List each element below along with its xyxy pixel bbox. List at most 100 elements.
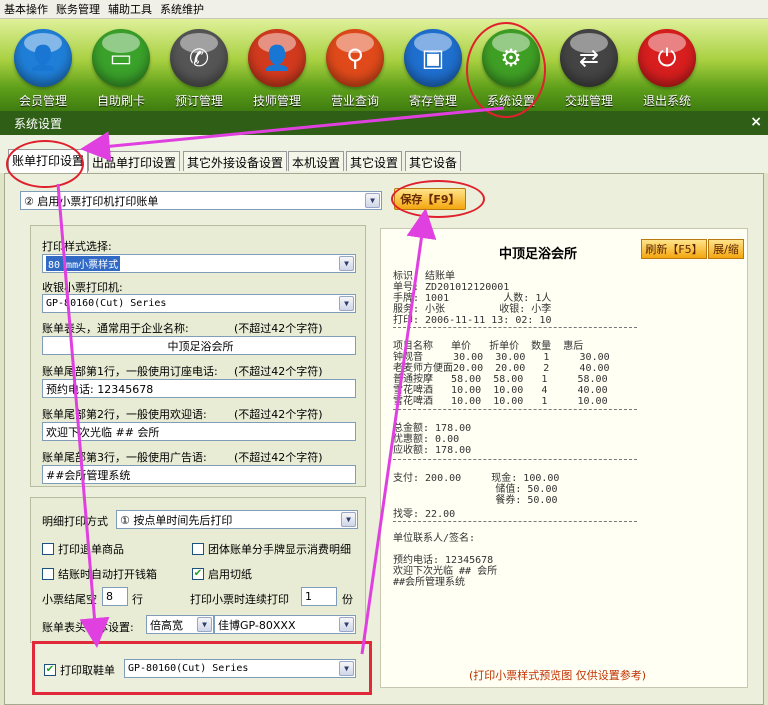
footer1-input[interactable]: 预约电话: 12345678 — [42, 379, 356, 398]
toolbar-button[interactable]: ▣ 寄存管理 — [394, 25, 472, 109]
footer1-hint: (不超过42个字符) — [234, 365, 323, 378]
toolbar-label: 技师管理 — [252, 94, 301, 108]
chevron-down-icon: ▼ — [339, 296, 354, 311]
chevron-down-icon: ▼ — [197, 617, 212, 632]
toolbar-button[interactable]: 👤 会员管理 — [4, 25, 82, 109]
bag-icon: ▣ — [404, 29, 462, 87]
tail-blank-input[interactable]: 8 — [102, 587, 128, 606]
preview-line: 找零: 22.00 — [393, 509, 456, 520]
preview-note: (打印小票样式预览图 仅供设置参考) — [469, 669, 647, 682]
toolbar-label: 自助刷卡 — [96, 94, 145, 108]
preview-divider — [393, 409, 637, 410]
toolbar-label: 会员管理 — [18, 94, 67, 108]
preview-signature: 单位联系人/签名: — [393, 533, 476, 544]
close-icon[interactable]: × — [750, 114, 762, 130]
highlight-rect — [32, 641, 372, 695]
header-label: 账单表头，通常用于企业名称: — [42, 322, 189, 335]
toolbar-button[interactable]: ⏻ 退出系统 — [628, 25, 706, 109]
font-size-select[interactable]: 倍高宽 ▼ — [146, 615, 214, 634]
menu-system[interactable]: 系统维护 — [160, 1, 204, 17]
preview-title: 中顶足浴会所 — [499, 247, 578, 262]
handover-icon: ⇄ — [560, 29, 618, 87]
refresh-button[interactable]: 刷新【F5】 — [641, 239, 707, 259]
tab-other-devices[interactable]: 其它设备 — [405, 151, 462, 171]
menu-basic[interactable]: 基本操作 — [4, 1, 48, 17]
chevron-down-icon: ▼ — [339, 256, 354, 271]
receipt-preview: 中顶足浴会所 刷新【F5】 展/缩 标识: 结账单 单号: ZD20101212… — [380, 228, 748, 688]
chevron-down-icon: ▼ — [341, 512, 356, 527]
font-face-select[interactable]: 佳博GP-80XXX ▼ — [214, 615, 356, 634]
chevron-down-icon: ▼ — [365, 193, 380, 208]
font-label: 账单表头字体设置: — [42, 621, 134, 634]
footer3-hint: (不超过42个字符) — [234, 451, 323, 464]
power-icon: ⏻ — [638, 29, 696, 87]
footer2-hint: (不超过42个字符) — [234, 408, 323, 421]
preview-line: 雪花啤酒 10.00 10.00 1 10.00 — [393, 396, 608, 407]
print-return-checkbox[interactable]: 打印退单商品 — [42, 541, 124, 557]
toolbar-button[interactable]: 👤 技师管理 — [238, 25, 316, 109]
search-icon: ⚲ — [326, 29, 384, 87]
open-cashbox-checkbox[interactable]: 结账时自动打开钱箱 — [42, 566, 157, 582]
preview-line: 餐券: 50.00 — [393, 495, 558, 506]
tab-local[interactable]: 本机设置 — [288, 151, 345, 171]
copies-label: 打印小票时连续打印 — [190, 593, 289, 606]
footer3-input[interactable]: ##会所管理系统 — [42, 465, 356, 484]
technician-icon: 👤 — [248, 29, 306, 87]
toolbar-button[interactable]: ▭ 自助刷卡 — [82, 25, 160, 109]
highlight-circle — [391, 180, 485, 218]
footer2-input[interactable]: 欢迎下次光临 ## 会所 — [42, 422, 356, 441]
toolbar-label: 预订管理 — [174, 94, 223, 108]
footer3-label: 账单尾部第3行，一般使用广告语: — [42, 451, 207, 464]
tail-blank-unit: 行 — [132, 593, 143, 606]
tab-product-print[interactable]: 出品单打印设置 — [88, 151, 181, 171]
checkbox-box — [42, 568, 54, 580]
menu-bar: 基本操作 账务管理 辅助工具 系统维护 — [0, 0, 768, 19]
phone-icon: ✆ — [170, 29, 228, 87]
detail-mode-select[interactable]: ① 按点单时间先后打印 ▼ — [116, 510, 358, 529]
chevron-down-icon: ▼ — [339, 617, 354, 632]
cash-printer-select[interactable]: GP-80160(Cut) Series ▼ — [42, 294, 356, 313]
menu-accounts[interactable]: 账务管理 — [56, 1, 100, 17]
preview-divider — [393, 459, 637, 460]
detail-label: 明细打印方式 — [42, 515, 108, 528]
printer-label: 收银小票打印机: — [42, 281, 123, 294]
print-style-select[interactable]: 80 mm小票样式 ▼ — [42, 254, 356, 273]
style-label: 打印样式选择: — [42, 240, 112, 253]
tail-blank-label: 小票结尾空 — [42, 593, 97, 606]
check-icon: ✔ — [192, 568, 204, 580]
highlight-circle — [6, 140, 84, 188]
print-mode-select[interactable]: ② 启用小票打印机打印账单 ▼ — [20, 191, 382, 210]
toolbar-label: 退出系统 — [642, 94, 691, 108]
preview-line: 打印: 2006-11-11 13: 02: 10 — [393, 315, 552, 326]
preview-line: 应收额: 178.00 — [393, 445, 472, 456]
toolbar-button[interactable]: ✆ 预订管理 — [160, 25, 238, 109]
toolbar-button[interactable]: ⇄ 交班管理 — [550, 25, 628, 109]
tab-other-settings[interactable]: 其它设置 — [346, 151, 403, 171]
enable-cut-checkbox[interactable]: ✔ 启用切纸 — [192, 566, 252, 582]
toolbar-label: 交班管理 — [564, 94, 613, 108]
toolbar-button[interactable]: ⚲ 营业查询 — [316, 25, 394, 109]
window-title: 系统设置 — [14, 116, 63, 131]
member-icon: 👤 — [14, 29, 72, 87]
copies-input[interactable]: 1 — [301, 587, 337, 606]
checkbox-box — [42, 543, 54, 555]
main-toolbar: 👤 会员管理 ▭ 自助刷卡 ✆ 预订管理 👤 技师管理 ⚲ 营业查询 ▣ 寄存管理 ⚙ 系统设置 ⇄ 交班管理… — [0, 19, 768, 111]
tab-external-devices[interactable]: 其它外接设备设置 — [183, 151, 288, 171]
preview-divider — [393, 327, 637, 328]
footer1-label: 账单尾部第1行，一般使用订座电话: — [42, 365, 218, 378]
header-input[interactable]: 中顶足浴会所 — [42, 336, 356, 355]
preview-line: ##会所管理系统 — [393, 577, 466, 588]
settings-tabs: 账单打印设置 出品单打印设置 其它外接设备设置 本机设置 其它设置 其它设备 — [0, 135, 768, 173]
window-titlebar: 系统设置 × — [0, 111, 768, 135]
copies-unit: 份 — [342, 593, 353, 606]
checkbox-box — [192, 543, 204, 555]
card-icon: ▭ — [92, 29, 150, 87]
expand-button[interactable]: 展/缩 — [708, 239, 744, 259]
menu-tools[interactable]: 辅助工具 — [108, 1, 152, 17]
header-hint: (不超过42个字符) — [234, 322, 323, 335]
footer2-label: 账单尾部第2行，一般使用欢迎语: — [42, 408, 207, 421]
preview-divider — [393, 521, 637, 522]
toolbar-label: 寄存管理 — [408, 94, 457, 108]
toolbar-label: 营业查询 — [330, 94, 379, 108]
group-detail-checkbox[interactable]: 团体账单分手牌显示消费明细 — [192, 541, 351, 557]
